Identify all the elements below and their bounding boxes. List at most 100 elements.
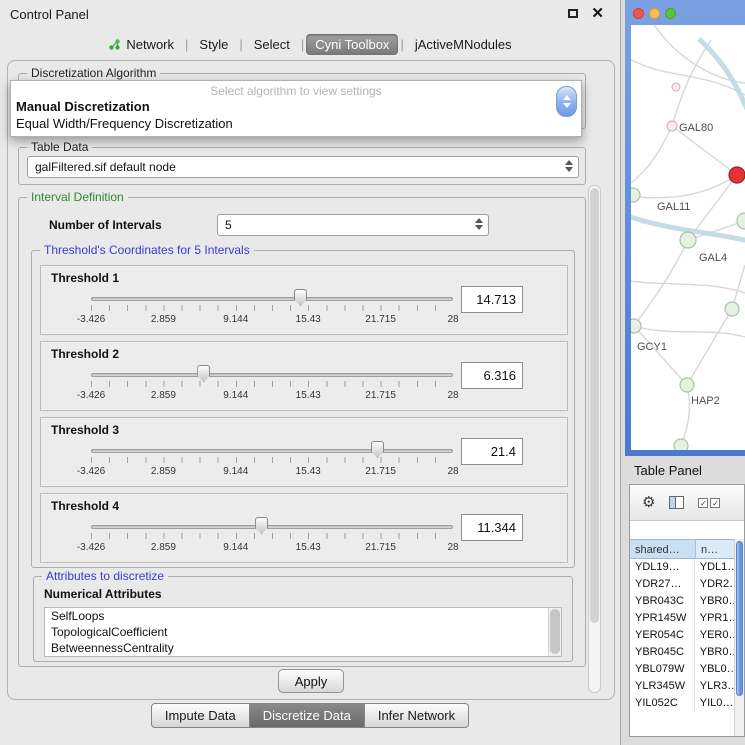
tab-separator: | [183, 37, 190, 52]
table-row[interactable]: YBR043CYBR0… [630, 593, 734, 610]
column-header-name[interactable]: n… [696, 539, 736, 559]
number-of-intervals-label: Number of Intervals [49, 218, 162, 232]
tab-cyni-toolbox[interactable]: Cyni Toolbox [306, 34, 398, 55]
slider-thumb[interactable] [371, 441, 384, 458]
threshold-slider[interactable]: -3.426 2.859 9.144 15.43 21.715 28 [91, 364, 453, 408]
attributes-group: Attributes to discretize Numerical Attri… [33, 576, 573, 662]
group-legend: Attributes to discretize [42, 569, 168, 583]
network-node[interactable] [680, 232, 696, 248]
scrollbar-thumb[interactable] [550, 609, 560, 654]
tab-jactivemnodules[interactable]: jActiveMNodules [406, 34, 521, 55]
slider-ticks [91, 305, 453, 311]
threshold-slider[interactable]: -3.426 2.859 9.144 15.43 21.715 28 [91, 288, 453, 332]
tab-style[interactable]: Style [190, 34, 237, 55]
group-legend: Threshold's Coordinates for 5 Intervals [40, 243, 254, 257]
node-label: GCY1 [637, 341, 667, 353]
table-row[interactable]: YLR345WYLR3… [630, 678, 734, 695]
threshold-value-field[interactable]: 11.344 [461, 514, 523, 541]
table-toolbar: ⚙ ✓ ✓ [630, 485, 744, 521]
popup-placeholder-option: Select algorithm to view settings [11, 81, 581, 98]
tab-impute-data[interactable]: Impute Data [151, 703, 250, 728]
table-row[interactable]: YBR045CYBR0… [630, 644, 734, 661]
scrollbar-thumb[interactable] [590, 188, 599, 623]
threshold-slider[interactable]: -3.426 2.859 9.144 15.43 21.715 28 [91, 440, 453, 484]
minimize-traffic-light[interactable] [649, 8, 660, 19]
threshold-value-field[interactable]: 21.4 [461, 438, 523, 465]
threshold-value-field[interactable]: 14.713 [461, 286, 523, 313]
slider-track[interactable] [91, 297, 453, 301]
table-row[interactable]: YPR145WYPR1… [630, 610, 734, 627]
network-icon [108, 38, 121, 51]
network-node[interactable] [725, 302, 739, 316]
network-node[interactable] [737, 213, 745, 229]
table-row[interactable]: YBL079WYBL0… [630, 661, 734, 678]
threshold-label: Threshold 1 [51, 271, 119, 285]
tab-network[interactable]: Network [99, 34, 183, 55]
close-traffic-light[interactable] [633, 8, 644, 19]
tab-select[interactable]: Select [245, 34, 299, 55]
apply-button[interactable]: Apply [278, 669, 344, 693]
control-panel-window: Control Panel ✕ Network | Style | Select… [0, 0, 621, 745]
network-node[interactable] [674, 439, 688, 450]
node-label: GAL80 [679, 122, 713, 134]
column-header-shared-name[interactable]: shared… [630, 539, 696, 559]
slider-track[interactable] [91, 373, 453, 377]
list-item[interactable]: BetweennessCentrality [45, 640, 561, 656]
slider-thumb[interactable] [294, 289, 307, 306]
slider-thumb[interactable] [197, 365, 210, 382]
combo-value: 5 [225, 218, 232, 232]
popup-option-manual-discretization[interactable]: Manual Discretization [11, 98, 581, 115]
combo-arrows-icon [565, 160, 573, 172]
panel-scrollbar[interactable] [588, 185, 601, 693]
checkbox-icon: ✓ [698, 498, 708, 508]
network-graph: GAL80 GAL11 GAL4 GCY1 HAP2 [631, 25, 745, 450]
network-node[interactable] [631, 188, 640, 202]
group-legend: Table Data [27, 140, 92, 154]
threshold-panel: Threshold 2 -3.426 2.859 9.144 15.43 21.… [40, 341, 568, 411]
network-node[interactable] [667, 121, 677, 131]
network-node-selected[interactable] [729, 167, 745, 183]
scrollbar-thumb[interactable] [736, 541, 743, 696]
gear-icon[interactable]: ⚙ [642, 495, 655, 510]
threshold-label: Threshold 4 [51, 499, 119, 513]
close-icon[interactable]: ✕ [591, 4, 604, 22]
list-item[interactable]: TopologicalCoefficient [45, 624, 561, 640]
threshold-panel: Threshold 1 -3.426 2.859 9.144 15.43 21.… [40, 265, 568, 335]
threshold-value-field[interactable]: 6.316 [461, 362, 523, 389]
table-body: YDL19…YDL1… YDR27…YDR2… YBR043CYBR0… YPR… [630, 559, 734, 712]
algorithm-dropdown-popup: Select algorithm to view settings Manual… [10, 80, 582, 137]
combo-stepper-button[interactable] [556, 86, 577, 117]
table-panel-window: ⚙ ✓ ✓ shared… n… YDL19…YDL1… YDR27…YDR2…… [629, 484, 745, 737]
slider-scale: -3.426 2.859 9.144 15.43 21.715 28 [91, 314, 453, 326]
threshold-panel: Threshold 3 -3.426 2.859 9.144 15.43 21.… [40, 417, 568, 487]
zoom-traffic-light[interactable] [665, 8, 676, 19]
threshold-label: Threshold 3 [51, 423, 119, 437]
slider-thumb[interactable] [255, 517, 268, 534]
select-columns-icon[interactable]: ✓ ✓ [698, 498, 720, 508]
network-canvas[interactable]: GAL80 GAL11 GAL4 GCY1 HAP2 [631, 25, 745, 450]
network-node[interactable] [680, 378, 694, 392]
table-row[interactable]: YIL052CYIL0… [630, 695, 734, 712]
table-data-combo[interactable]: galFiltered.sif default node [27, 156, 579, 178]
tab-infer-network[interactable]: Infer Network [364, 703, 469, 728]
float-window-icon[interactable] [568, 9, 578, 18]
number-of-intervals-combo[interactable]: 5 [217, 214, 489, 236]
table-row[interactable]: YDR27…YDR2… [630, 576, 734, 593]
network-node[interactable] [631, 319, 641, 333]
slider-scale: -3.426 2.859 9.144 15.43 21.715 28 [91, 466, 453, 478]
popup-option-equal-width[interactable]: Equal Width/Frequency Discretization [11, 115, 581, 132]
network-node[interactable] [672, 83, 680, 91]
slider-track[interactable] [91, 449, 453, 453]
slider-track[interactable] [91, 525, 453, 529]
list-scrollbar[interactable] [548, 608, 561, 656]
table-scrollbar[interactable] [734, 539, 744, 736]
table-row[interactable]: YER054CYER0… [630, 627, 734, 644]
tab-separator: | [398, 37, 405, 52]
column-chooser-icon[interactable] [669, 496, 684, 509]
threshold-slider[interactable]: -3.426 2.859 9.144 15.43 21.715 28 [91, 516, 453, 560]
node-labels: GAL80 GAL11 GAL4 GCY1 HAP2 [637, 122, 727, 407]
list-item[interactable]: SelfLoops [45, 608, 561, 624]
tab-discretize-data[interactable]: Discretize Data [249, 703, 365, 728]
table-row[interactable]: YDL19…YDL1… [630, 559, 734, 576]
slider-scale: -3.426 2.859 9.144 15.43 21.715 28 [91, 542, 453, 554]
